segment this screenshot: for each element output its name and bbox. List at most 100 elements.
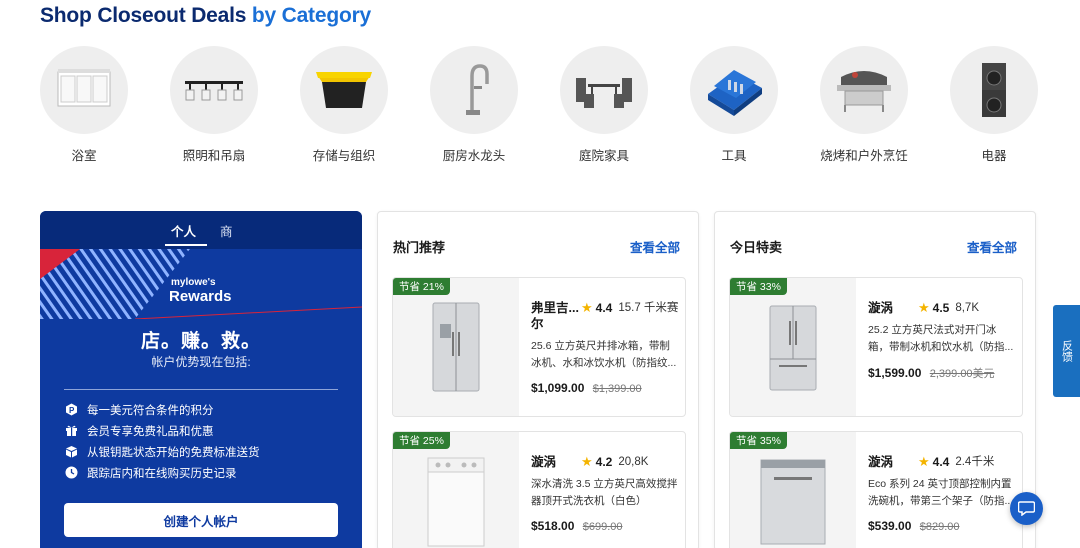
savings-badge: 节省 25% [393,432,450,449]
points-icon: P [64,403,78,417]
savings-badge: 节省 21% [393,278,450,295]
product-price: $518.00 [531,519,575,533]
rewards-subtitle: 帐户优势现在包括: [151,355,251,369]
category-label: 烧烤和户外烹饪 [820,149,908,163]
view-all-link[interactable]: 查看全部 [630,237,680,256]
product-card[interactable]: 节省 33% 漩涡 ★ 4.5 8,7K 25.2 立方英尺法式对开门冰箱，带制… [729,277,1023,417]
category-lighting[interactable]: 照明和吊扇 [169,46,259,164]
logo-line2: Rewards [169,288,232,305]
product-description: 25.6 立方英尺并排冰箱，带制冰机、水和冰饮水机（防指纹... [531,340,677,369]
product-image [730,432,856,548]
storage-tote-icon [300,46,388,134]
benefit-text: 跟踪店内和在线购买历史记录 [87,467,237,480]
category-grills[interactable]: 烧烤和户外烹饪 [819,46,909,164]
star-icon: ★ [581,300,593,315]
category-label: 照明和吊扇 [182,149,246,163]
category-faucets[interactable]: 厨房水龙头 [429,46,519,164]
category-label: 厨房水龙头 [442,149,506,163]
divider [64,389,338,390]
benefit-list: P 每一美元符合条件的积分 会员专享免费礼品和优惠 从银钥匙状态开始的免费标准送… [64,399,344,483]
star-icon: ★ [918,300,930,315]
category-label: 庭院家具 [578,149,629,163]
washer-dryer-icon [950,46,1038,134]
benefit-item: 跟踪店内和在线购买历史记录 [64,462,344,483]
product-image [393,432,519,548]
category-storage[interactable]: 存储与组织 [299,46,389,164]
product-description: 深水清洗 3.5 立方英尺高效搅拌器顶开式洗衣机（白色） [531,478,678,507]
category-tools[interactable]: 工具 [689,46,779,164]
page-title: Shop Closeout Deals by Category [40,4,371,28]
product-rating: 4.4 [595,301,613,315]
original-price: 2,399.00美元 [929,368,995,380]
original-price: $699.00 [582,521,623,533]
kitchen-faucet-icon [430,46,518,134]
patio-set-icon [560,46,648,134]
product-brand: 漩涡 [531,455,557,469]
savings-badge: 节省 35% [730,432,787,449]
product-rating: 4.5 [932,301,950,315]
grill-icon [820,46,908,134]
product-card[interactable]: 节省 35% 漩涡 ★ 4.4 2.4千米 Eco 系列 24 英寸顶部控制内置… [729,431,1023,548]
product-price: $1,599.00 [868,366,922,380]
review-count: 20,8K [618,456,649,468]
chat-button[interactable] [1010,492,1043,525]
page-title-accent: by Category [251,4,372,27]
account-type-tabs: 个人 商 [40,211,362,249]
benefit-text: 从银钥匙状态开始的免费标准送货 [87,446,260,459]
panel-title: 今日特卖 [730,240,783,255]
create-account-button[interactable]: 创建个人帐户 [64,503,338,537]
tab-business[interactable]: 商 [220,221,233,240]
category-patio[interactable]: 庭院家具 [559,46,649,164]
panel-title: 热门推荐 [393,240,446,255]
product-rating: 4.4 [932,455,950,469]
delivery-box-icon [64,445,78,459]
product-brand: 漩涡 [868,455,894,469]
product-brand: 漩涡 [868,301,894,315]
tool-set-icon [690,46,778,134]
svg-text:P: P [69,406,75,415]
benefit-item: 从银钥匙状态开始的免费标准送货 [64,441,344,462]
product-price: $539.00 [868,519,912,533]
benefit-text: 会员专享免费礼品和优惠 [87,425,214,438]
product-brand: 弗里吉...尔 [531,301,579,331]
product-price: $1,099.00 [531,381,585,395]
original-price: $1,399.00 [592,383,642,395]
category-label: 工具 [721,149,747,163]
star-icon: ★ [581,454,593,469]
category-label: 存储与组织 [312,149,376,163]
product-image [730,278,856,416]
logo-line1: mylowe's [171,277,216,288]
review-count: 15.7 千米赛 [618,302,679,314]
feedback-tab[interactable]: 反馈 [1053,305,1080,397]
product-description: 25.2 立方英尺法式对开门冰箱，带制冰机和饮水机（防指... [868,324,1014,353]
original-price: $829.00 [919,521,960,533]
savings-badge: 节省 33% [730,278,787,295]
view-all-link[interactable]: 查看全部 [967,237,1017,256]
rewards-banner: mylowe's Rewards [40,249,362,319]
product-card[interactable]: 节省 25% 漩涡 ★ 4.2 20,8K 深水清洗 3.5 立方英尺高效搅拌器… [392,431,686,548]
category-bathroom[interactable]: 浴室 [39,46,129,164]
gift-icon [64,424,78,438]
product-image [393,278,519,416]
page-title-main: Shop Closeout Deals [40,4,247,27]
bathroom-vanity-icon [40,46,128,134]
review-count: 8,7K [955,302,980,314]
product-description: Eco 系列 24 英寸顶部控制内置洗碗机，带第三个架子（防指... [868,478,1014,507]
category-row: 浴室 照明和吊扇 存储与组织 厨房水龙头 庭院家具 工具 烧烤和户外烹饪 电器 [39,46,1038,166]
clock-icon [64,466,78,480]
benefit-item: 会员专享免费礼品和优惠 [64,420,344,441]
benefit-text: 每一美元符合条件的积分 [87,404,214,417]
category-label: 电器 [981,149,1007,163]
benefit-item: P 每一美元符合条件的积分 [64,399,344,420]
daily-deals-panel: 今日特卖 查看全部 节省 33% 漩涡 ★ 4.5 8,7K 25.2 立方英尺… [714,211,1036,548]
product-card[interactable]: 节省 21% 弗里吉...尔 ★ 4.4 15.7 千米赛 25.6 立方英尺并… [392,277,686,417]
category-appliances[interactable]: 电器 [949,46,1039,164]
light-fixture-icon [170,46,258,134]
active-tab-indicator [165,244,207,246]
category-label: 浴室 [71,149,97,163]
rewards-panel: 个人 商 mylowe's Rewards 店。赚。救。 帐户优势现在包括: P… [40,211,362,548]
tab-personal[interactable]: 个人 [171,221,196,240]
popular-picks-panel: 热门推荐 查看全部 节省 21% 弗里吉...尔 ★ 4.4 15.7 千米赛 … [377,211,699,548]
review-count: 2.4千米 [955,456,995,468]
chat-icon [1018,501,1035,516]
